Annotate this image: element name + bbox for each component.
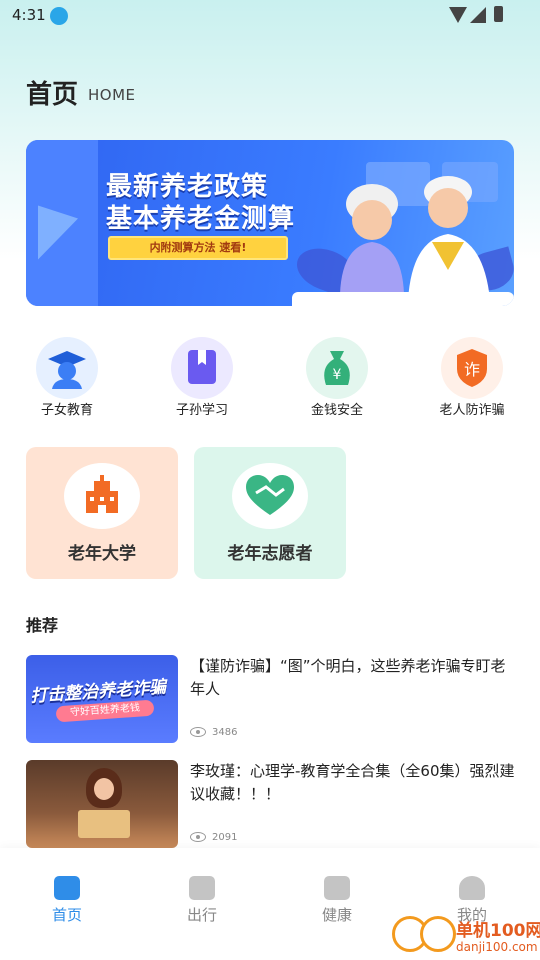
download-icon xyxy=(50,7,68,25)
article-thumbnail: 打击整治养老诈骗 守好百姓养老钱 xyxy=(26,655,178,743)
promo-banner[interactable]: 最新养老政策 基本养老金测算 内附测算方法 速看! xyxy=(26,140,514,306)
nav-travel[interactable]: 出行 xyxy=(162,868,242,928)
banner-desk-decoration xyxy=(292,292,514,306)
category-grandchild-learning[interactable]: 子孙学习 xyxy=(152,337,252,427)
article-views: 2091 xyxy=(190,832,237,843)
category-label: 子女教育 xyxy=(40,403,93,418)
article-item[interactable]: 打击整治养老诈骗 守好百姓养老钱 【谨防诈骗】“图”个明白，这些养老诈骗专盯老年… xyxy=(26,655,514,745)
article-views: 3486 xyxy=(190,727,237,738)
watermark-logo-icon xyxy=(420,916,456,952)
site-watermark: 单机100网 danji100.com xyxy=(392,912,540,960)
category-label: 子孙学习 xyxy=(175,403,228,418)
page-title: 首页 xyxy=(26,80,79,110)
girl-face xyxy=(94,778,114,800)
home-icon xyxy=(54,876,80,900)
category-icon-bg: ¥ xyxy=(306,337,368,399)
article-title: 【谨防诈骗】“图”个明白，这些养老诈骗专盯老年人 xyxy=(190,657,506,698)
status-bar: 4:31 xyxy=(0,0,540,32)
article-item[interactable]: 李玫瑾：心理学-教育学全合集（全60集）强烈建议收藏！！！ 2091 xyxy=(26,760,515,850)
nav-label: 首页 xyxy=(51,906,82,924)
anti-fraud-shield-icon: 诈 xyxy=(457,349,487,387)
article-title: 李玫瑾：心理学-教育学全合集（全60集）强烈建议收藏！！！ xyxy=(190,762,515,803)
card-icon-bg xyxy=(64,463,140,529)
card-label: 老年志愿者 xyxy=(227,544,313,564)
luggage-icon xyxy=(189,876,215,900)
section-title: 推荐 xyxy=(26,616,59,635)
svg-text:诈: 诈 xyxy=(464,360,480,379)
card-senior-volunteer[interactable]: 老年志愿者 xyxy=(194,447,346,579)
eye-icon xyxy=(190,832,206,842)
bookmark-icon xyxy=(188,350,216,384)
page-subtitle: HOME xyxy=(88,86,136,104)
status-time: 4:31 xyxy=(12,6,46,24)
banner-headline-2: 基本养老金测算 xyxy=(106,204,296,234)
card-senior-university[interactable]: 老年大学 xyxy=(26,447,178,579)
nav-label: 出行 xyxy=(186,906,217,924)
article-thumbnail xyxy=(26,760,178,848)
signal-icon xyxy=(470,7,486,23)
card-label: 老年大学 xyxy=(68,544,136,564)
wifi-icon xyxy=(449,7,467,23)
category-icon-bg xyxy=(171,337,233,399)
category-icon-bg xyxy=(36,337,98,399)
category-anti-fraud[interactable]: 诈 老人防诈骗 xyxy=(422,337,522,427)
watermark-name: 单机100网 xyxy=(456,921,540,941)
category-label: 老人防诈骗 xyxy=(439,403,505,418)
category-children-education[interactable]: 子女教育 xyxy=(17,337,117,427)
banner-tagline: 内附测算方法 速看! xyxy=(108,236,288,260)
book-illustration xyxy=(78,810,130,838)
eye-icon xyxy=(190,727,206,737)
building-icon xyxy=(86,475,118,513)
nav-home[interactable]: 首页 xyxy=(27,868,107,928)
person-icon xyxy=(459,876,485,900)
category-icon-bg: 诈 xyxy=(441,337,503,399)
nav-label: 健康 xyxy=(321,906,352,924)
category-money-safety[interactable]: ¥ 金钱安全 xyxy=(287,337,387,427)
nav-health[interactable]: 健康 xyxy=(297,868,377,928)
svg-text:¥: ¥ xyxy=(333,367,342,383)
battery-icon xyxy=(494,6,503,22)
category-label: 金钱安全 xyxy=(310,403,363,418)
health-folder-icon xyxy=(324,876,350,900)
heart-handshake-icon xyxy=(246,475,294,515)
money-bag-icon: ¥ xyxy=(324,351,350,385)
banner-flag-decoration xyxy=(38,198,78,260)
view-count: 2091 xyxy=(212,832,238,843)
watermark-url: danji100.com xyxy=(456,940,538,954)
card-icon-bg xyxy=(232,463,308,529)
elderly-man-illustration xyxy=(408,176,490,300)
elderly-woman-illustration xyxy=(340,184,404,294)
view-count: 3486 xyxy=(212,727,238,738)
graduate-icon xyxy=(48,351,86,389)
